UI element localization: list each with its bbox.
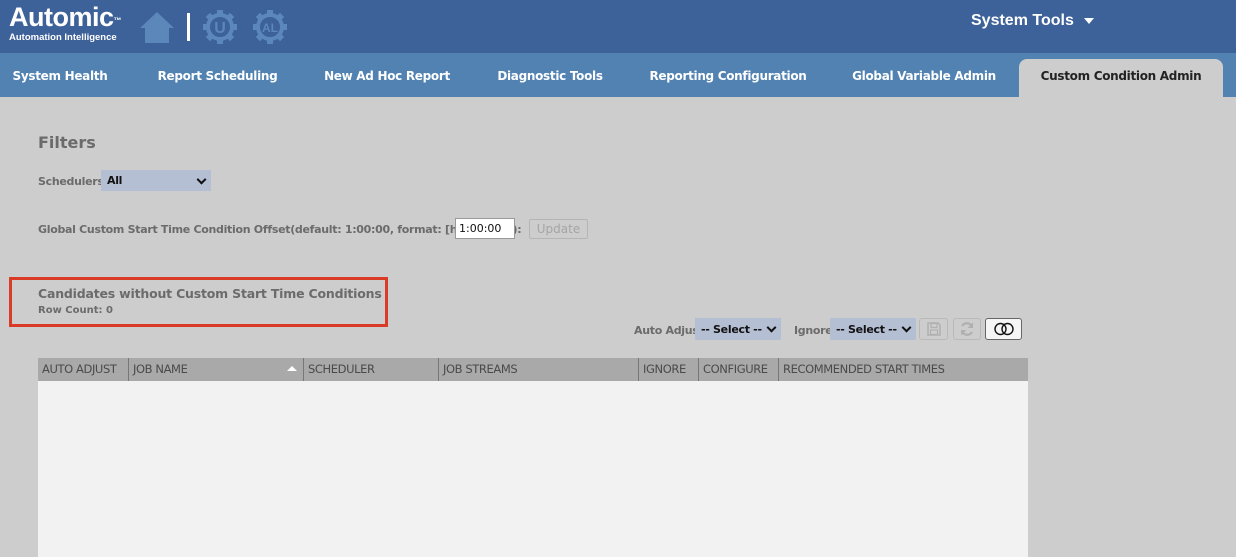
logo-subtitle: Automation Intelligence: [9, 32, 117, 43]
refresh-button[interactable]: [953, 318, 981, 340]
al-gear-icon[interactable]: AL: [252, 9, 288, 45]
toggle-columns-button[interactable]: [985, 318, 1022, 340]
refresh-icon: [960, 322, 974, 336]
schedulers-select[interactable]: All: [101, 170, 211, 191]
auto-adjust-value: -- Select --: [701, 322, 762, 336]
column-header-job-name[interactable]: JOB NAME: [128, 358, 303, 381]
offset-input[interactable]: 1:00:00: [455, 218, 515, 239]
top-bar: Automic™ Automation Intelligence U AL Sy…: [0, 0, 1236, 53]
filters-heading: Filters: [38, 133, 96, 152]
tab-report-scheduling[interactable]: Report Scheduling: [145, 53, 290, 97]
auto-adjust-select[interactable]: -- Select --: [695, 318, 781, 340]
tab-bar: System Health Report Scheduling New Ad H…: [0, 53, 1236, 97]
table-body-empty: [38, 381, 1028, 557]
u-gear-icon[interactable]: U: [202, 9, 238, 45]
schedulers-value: All: [107, 174, 123, 187]
tab-custom-condition-admin[interactable]: Custom Condition Admin: [1019, 59, 1223, 97]
system-tools-label: System Tools: [971, 12, 1074, 29]
tab-diagnostic-tools[interactable]: Diagnostic Tools: [484, 53, 616, 97]
toggle-icon: [993, 322, 1014, 336]
column-header-job-streams[interactable]: JOB STREAMS: [438, 358, 638, 381]
save-button[interactable]: [919, 318, 948, 340]
highlight-annotation-box: [9, 277, 388, 327]
row-count: Row Count: 0: [38, 305, 113, 316]
column-header-recommended-start-times[interactable]: RECOMMENDED START TIMES: [778, 358, 1028, 381]
column-header-ignore[interactable]: IGNORE: [638, 358, 698, 381]
table-header: AUTO ADJUST JOB NAME SCHEDULER JOB STREA…: [38, 358, 1028, 381]
sort-ascending-icon: [287, 366, 297, 371]
chevron-down-icon: [196, 174, 207, 185]
candidates-table: AUTO ADJUST JOB NAME SCHEDULER JOB STREA…: [38, 358, 1028, 557]
nav-divider: [187, 13, 190, 41]
column-header-configure[interactable]: CONFIGURE: [698, 358, 778, 381]
logo-trademark: ™: [113, 16, 122, 25]
system-tools-menu[interactable]: System Tools: [971, 12, 1094, 30]
automic-logo[interactable]: Automic™ Automation Intelligence: [9, 2, 121, 43]
logo-text: Automic: [9, 2, 114, 32]
candidates-heading: Candidates without Custom Start Time Con…: [38, 286, 382, 301]
ignore-label: Ignore: [794, 324, 833, 337]
ignore-value: -- Select --: [836, 322, 897, 336]
update-button[interactable]: Update: [529, 219, 588, 239]
tab-system-health[interactable]: System Health: [0, 53, 120, 97]
svg-text:U: U: [214, 20, 226, 37]
tab-new-ad-hoc-report[interactable]: New Ad Hoc Report: [316, 53, 458, 97]
chevron-down-icon: [901, 322, 912, 333]
nav-icons: U AL: [138, 10, 288, 44]
offset-label: Global Custom Start Time Condition Offse…: [38, 223, 522, 236]
column-header-auto-adjust[interactable]: AUTO ADJUST: [38, 358, 128, 381]
caret-down-icon: [1083, 18, 1094, 24]
tab-reporting-configuration[interactable]: Reporting Configuration: [640, 53, 816, 97]
chevron-down-icon: [766, 322, 777, 333]
job-name-header-label: JOB NAME: [133, 362, 188, 376]
svg-text:AL: AL: [262, 21, 278, 35]
column-header-scheduler[interactable]: SCHEDULER: [303, 358, 438, 381]
save-icon: [926, 322, 941, 336]
ignore-select[interactable]: -- Select --: [830, 318, 916, 340]
tab-global-variable-admin[interactable]: Global Variable Admin: [843, 53, 1005, 97]
auto-adjust-label: Auto Adjust: [634, 324, 704, 337]
schedulers-label: Schedulers:: [38, 175, 108, 188]
home-icon[interactable]: [138, 10, 176, 44]
